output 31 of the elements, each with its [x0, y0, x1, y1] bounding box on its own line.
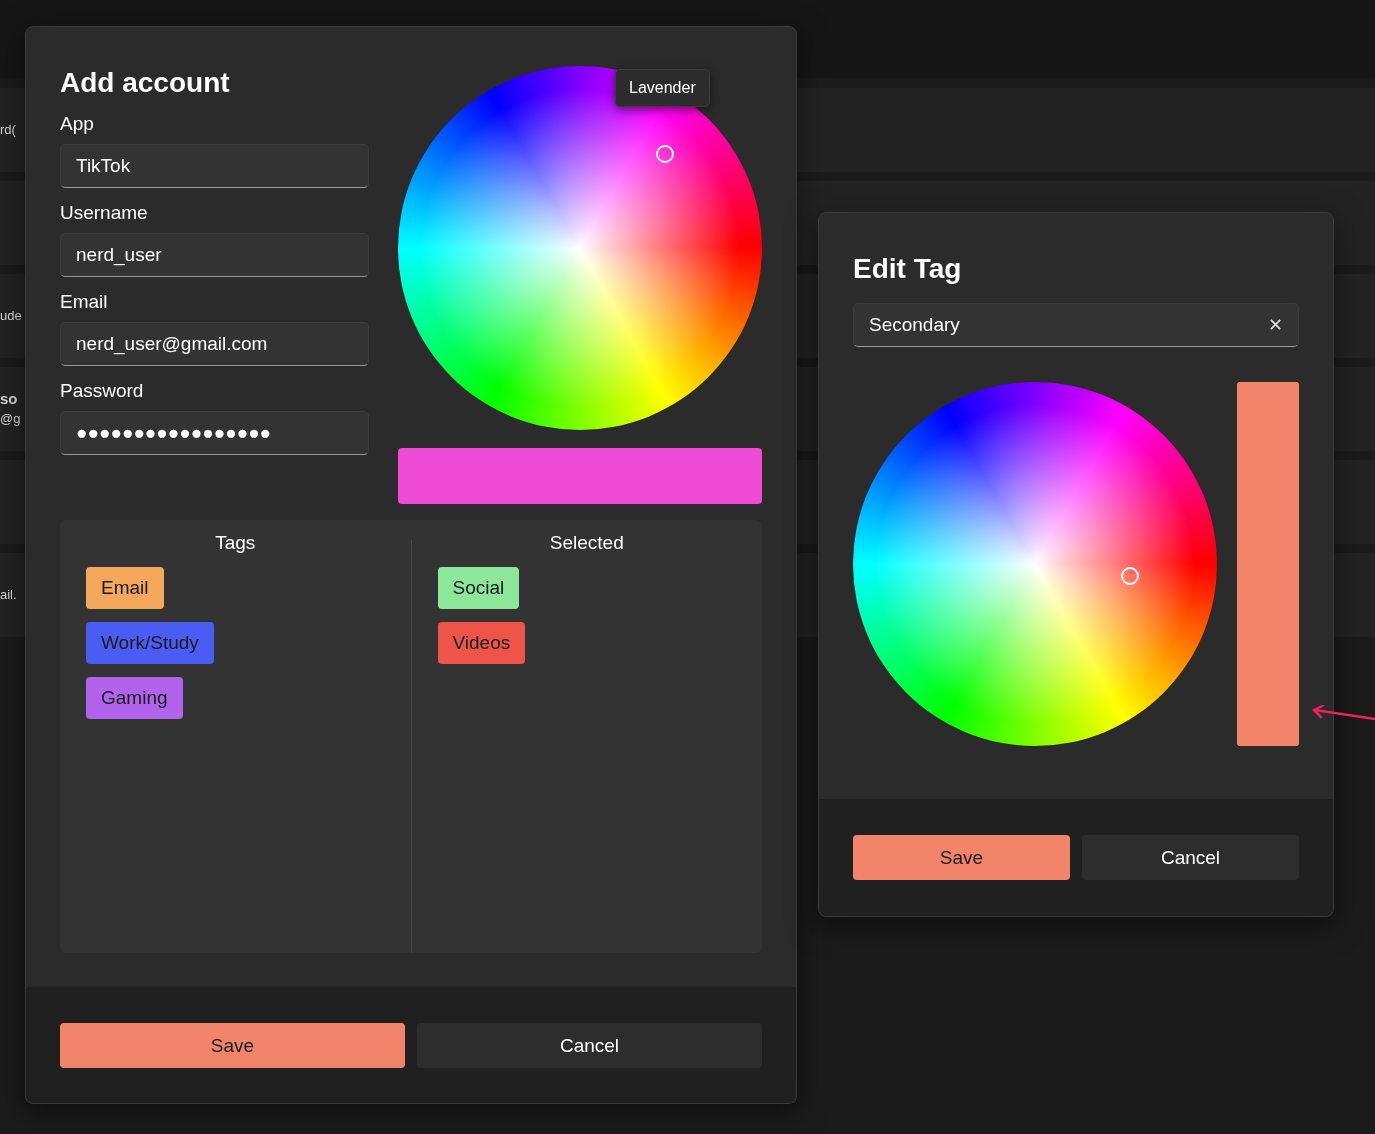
cancel-button[interactable]: Cancel [1082, 835, 1299, 880]
color-tooltip: Lavender [615, 69, 710, 107]
cancel-button[interactable]: Cancel [417, 1023, 762, 1068]
dialog-title: Add account [60, 66, 231, 100]
tag-chip[interactable]: Videos [437, 622, 526, 664]
input-field[interactable]: TikTok [60, 144, 369, 188]
input-field[interactable]: nerd_user [60, 233, 369, 277]
tag-chip[interactable]: Social [437, 567, 520, 609]
dialog-title: Edit Tag [853, 252, 963, 286]
selector-ring-icon[interactable] [656, 145, 674, 163]
input-field[interactable]: Secondary ✕ [853, 303, 1299, 347]
field-label: Email [60, 290, 109, 314]
field-value: Secondary [869, 313, 960, 337]
row-text: rd( [0, 121, 16, 139]
tag-chip[interactable]: Gaming [86, 677, 183, 719]
save-button[interactable]: Save [853, 835, 1070, 880]
input-field[interactable]: nerd_user@gmail.com [60, 322, 369, 366]
row-text: ail. [0, 586, 17, 604]
save-button[interactable]: Save [60, 1023, 405, 1068]
column-heading: Tags [215, 532, 256, 554]
row-text: so [0, 389, 18, 409]
column-heading: Selected [549, 532, 624, 554]
field-label: App [60, 112, 95, 136]
row-text: ude [0, 307, 22, 325]
field-label: Username [60, 201, 149, 225]
input-field[interactable]: ●●●●●●●●●●●●●●●●● [60, 411, 369, 455]
clear-button[interactable]: ✕ [1268, 304, 1283, 346]
field-label: Password [60, 379, 145, 403]
tag-chip[interactable]: Email [86, 567, 164, 609]
selector-ring-icon[interactable] [1121, 567, 1139, 585]
row-subtext: @g [0, 410, 21, 428]
